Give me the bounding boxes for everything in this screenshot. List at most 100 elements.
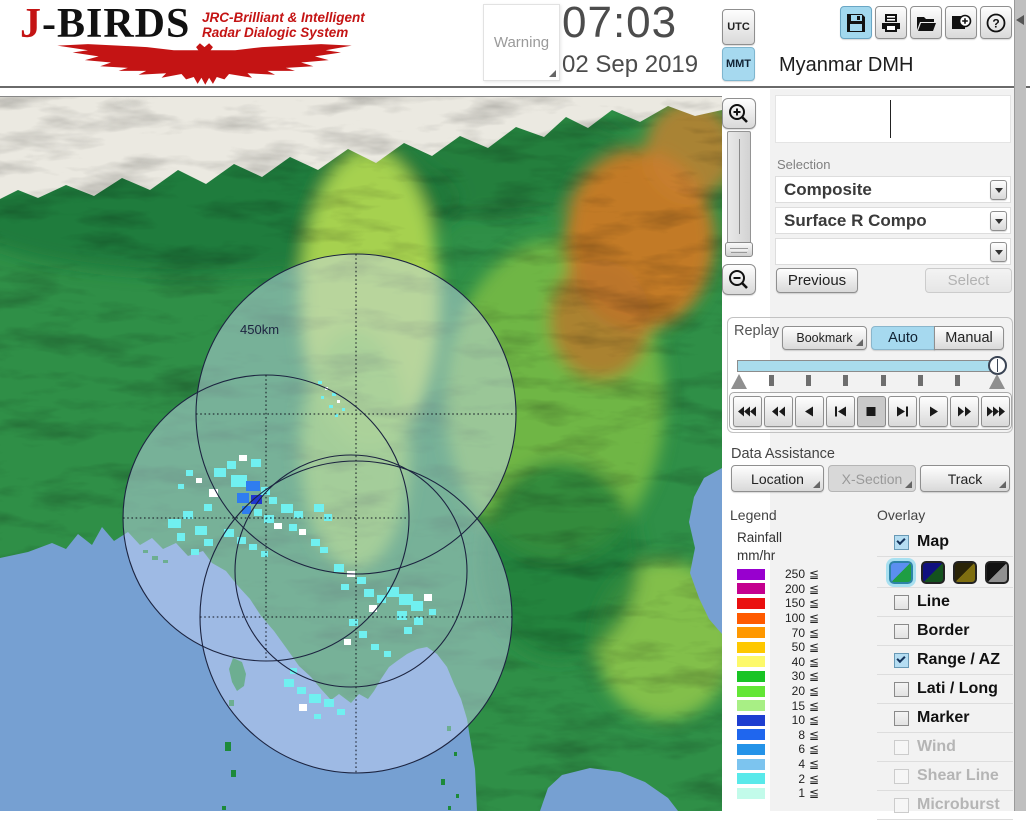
rainfall-echo — [195, 526, 207, 535]
timeline-start-marker[interactable] — [731, 374, 747, 389]
help-button[interactable]: ? — [980, 6, 1012, 39]
stop-button[interactable] — [857, 395, 886, 427]
map-viewport[interactable]: 450km — [0, 96, 722, 811]
legend-color-swatch — [737, 641, 765, 653]
map-style-swatch-navy-darkgreen[interactable] — [921, 560, 945, 584]
overlay-row-lati-long: Lati / Long — [877, 675, 1013, 704]
save-icon — [847, 13, 865, 32]
map-zoom-in-button[interactable] — [722, 98, 756, 129]
logo-tagline-line1: JRC-Brilliant & Intelligent — [202, 10, 365, 25]
save-button[interactable] — [840, 6, 872, 39]
play-icon — [929, 406, 938, 416]
legend-row: 40 ≦ — [737, 655, 837, 670]
x-section-button: X-Section — [828, 465, 916, 492]
warning-button[interactable]: Warning — [483, 4, 560, 81]
overlay-label-marker: Marker — [917, 709, 970, 726]
map-style-swatch-black-olive[interactable] — [953, 560, 977, 584]
legend-row: 10 ≦ — [737, 713, 837, 728]
rainfall-echo — [314, 714, 321, 719]
bookmark-button[interactable]: Bookmark — [782, 326, 867, 350]
legend-lte-symbol: ≦ — [809, 625, 820, 640]
print-button[interactable] — [875, 6, 907, 39]
forward-icon — [957, 406, 971, 416]
rainfall-echo — [399, 594, 413, 605]
map-style-swatch-blue-green[interactable] — [889, 560, 913, 584]
rainfall-echo — [177, 533, 185, 541]
replay-timeline-track[interactable] — [737, 360, 1004, 372]
forward-button[interactable] — [950, 395, 979, 427]
chevron-down-icon[interactable] — [990, 180, 1007, 200]
play-button[interactable] — [919, 395, 948, 427]
overlay-checkbox-wind — [894, 739, 909, 755]
rewind-button[interactable] — [764, 395, 793, 427]
station-input[interactable] — [775, 95, 1011, 143]
map-zoom-out-button[interactable] — [722, 264, 756, 295]
legend-value: 50 — [791, 640, 805, 655]
overlay-checkbox-line[interactable] — [894, 594, 909, 610]
overlay-checkbox-marker[interactable] — [894, 710, 909, 726]
location-button[interactable]: Location — [731, 465, 824, 492]
timeline-tick — [955, 375, 960, 386]
dropdown-product-option[interactable] — [775, 238, 1011, 265]
map-style-swatch-black-gray[interactable] — [985, 560, 1009, 584]
help-icon: ? — [986, 13, 1006, 32]
overlay-checkbox-border[interactable] — [894, 623, 909, 639]
station-name: Myanmar DMH — [779, 54, 914, 76]
timezone-utc-button[interactable]: UTC — [722, 9, 755, 45]
rainfall-echo — [329, 405, 333, 408]
legend-value: 15 — [791, 698, 805, 713]
timezone-mmt-button[interactable]: MMT — [722, 47, 755, 81]
rainfall-echo — [309, 694, 321, 703]
overlay-label-shear-line: Shear Line — [917, 767, 999, 784]
forward-full-button[interactable] — [981, 395, 1010, 427]
replay-auto-button[interactable]: Auto — [871, 326, 935, 350]
open-folder-button[interactable] — [910, 6, 942, 39]
map-zoom-slider-track[interactable] — [727, 131, 751, 257]
panel-collapse-strip[interactable] — [1014, 0, 1026, 811]
track-button[interactable]: Track — [920, 465, 1010, 492]
overlay-label-wind: Wind — [917, 738, 956, 755]
play-back-button[interactable] — [795, 395, 824, 427]
previous-button[interactable]: Previous — [776, 268, 858, 293]
rainfall-echo — [214, 468, 226, 477]
open-folder-icon — [917, 16, 936, 31]
data-assistance-label: Data Assistance — [731, 446, 835, 462]
chevron-down-icon[interactable] — [990, 211, 1007, 231]
dropdown-product-category[interactable]: Composite — [775, 176, 1011, 203]
chevron-down-icon[interactable] — [990, 242, 1007, 262]
legend-row: 15 ≦ — [737, 698, 837, 713]
legend-color-swatch — [737, 773, 765, 785]
timeline-end-marker[interactable] — [989, 374, 1005, 389]
legend-value: 150 — [784, 596, 805, 611]
rainfall-echo — [334, 564, 344, 572]
legend-color-swatch — [737, 758, 765, 770]
rainfall-echo — [424, 594, 432, 601]
overlay-checkbox-range-az[interactable] — [894, 652, 909, 668]
capture-add-icon — [952, 14, 972, 29]
legend-lte-symbol: ≦ — [809, 640, 820, 655]
legend-product: Rainfall — [737, 530, 783, 545]
rainfall-echo — [224, 529, 234, 537]
rainfall-echo — [411, 601, 423, 611]
legend-row: 150 ≦ — [737, 596, 837, 611]
capture-add-button[interactable] — [945, 6, 977, 39]
map-zoom-slider-handle[interactable] — [725, 242, 753, 257]
dropdown-product-type[interactable]: Surface R Compo — [775, 207, 1011, 234]
step-forward-button[interactable] — [888, 395, 917, 427]
legend-row: 20 ≦ — [737, 684, 837, 699]
legend-lte-symbol: ≦ — [809, 684, 820, 699]
rainfall-echo — [239, 455, 247, 461]
legend-row: 1 ≦ — [737, 786, 837, 801]
radar-map[interactable]: 450km — [0, 97, 722, 811]
select-button[interactable]: Select — [925, 268, 1012, 293]
step-back-button[interactable] — [826, 395, 855, 427]
overlay-checkbox-map[interactable] — [894, 534, 909, 550]
rainfall-echo — [337, 709, 345, 715]
rainfall-echo — [318, 381, 322, 384]
rewind-full-button[interactable] — [733, 395, 762, 427]
replay-timeline-handle[interactable] — [988, 356, 1007, 375]
overlay-checkbox-lati-long[interactable] — [894, 681, 909, 697]
rainfall-echo — [191, 549, 199, 555]
replay-manual-button[interactable]: Manual — [934, 326, 1004, 350]
legend-value: 70 — [791, 625, 805, 640]
